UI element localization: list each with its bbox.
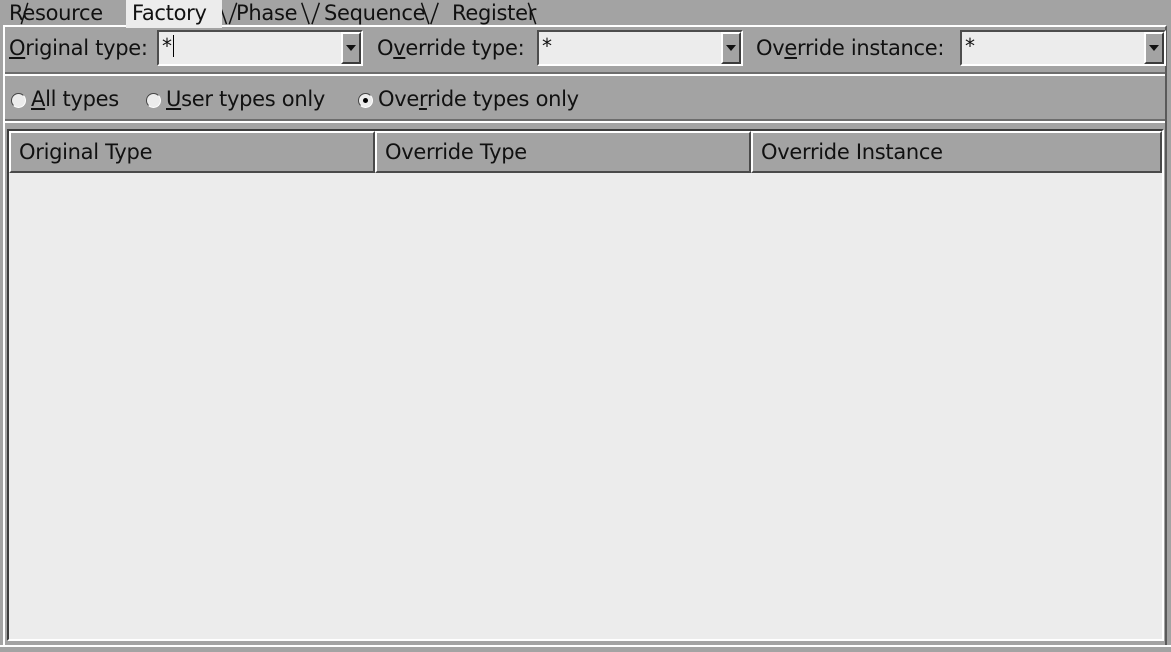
- override-instance-dropdown-button[interactable]: [1144, 32, 1164, 64]
- tab-sequence[interactable]: Sequence: [324, 0, 436, 26]
- separator: [5, 119, 1165, 123]
- radio-override-types-only-label: Override types only: [378, 87, 579, 111]
- table-body[interactable]: [9, 173, 1162, 637]
- radio-all-types-label: All types: [31, 87, 119, 111]
- bottom-edge: [0, 645, 1171, 652]
- filter-row: Original type: * Override type: * Overri…: [5, 27, 1166, 73]
- original-type-combo[interactable]: *: [157, 30, 363, 66]
- original-type-value[interactable]: *: [162, 34, 174, 58]
- override-table: Original Type Override Type Override Ins…: [7, 129, 1164, 641]
- tab-phase-label: Phase: [236, 1, 298, 25]
- original-type-dropdown-button[interactable]: [341, 32, 361, 64]
- tab-resource-label: Resource: [9, 1, 103, 25]
- tab-register-label: Register: [452, 1, 537, 25]
- tab-sequence-label: Sequence: [324, 1, 426, 25]
- override-instance-combo[interactable]: *: [960, 30, 1166, 66]
- factory-panel: Original type: * Override type: * Overri…: [3, 25, 1167, 647]
- override-instance-value[interactable]: *: [965, 34, 975, 58]
- radio-circle-icon[interactable]: [11, 93, 26, 108]
- radio-user-types-only-label: User types only: [166, 87, 325, 111]
- chevron-down-icon: [1149, 45, 1159, 51]
- tab-resource[interactable]: Resource: [9, 0, 121, 26]
- type-filter-radio-group: All types User types only Override types…: [5, 79, 1165, 121]
- column-header-original-type[interactable]: Original Type: [9, 131, 375, 173]
- column-header-override-instance[interactable]: Override Instance: [751, 131, 1162, 173]
- override-type-label: Override type:: [377, 36, 525, 60]
- tab-bar: Factory Resource Phase Sequence Register: [0, 0, 1171, 28]
- tab-phase[interactable]: Phase: [236, 0, 306, 26]
- table-header: Original Type Override Type Override Ins…: [9, 131, 1162, 173]
- override-type-value[interactable]: *: [542, 34, 552, 58]
- radio-circle-icon[interactable]: [146, 93, 161, 108]
- column-header-override-type[interactable]: Override Type: [375, 131, 751, 173]
- tab-factory[interactable]: Factory: [126, 0, 222, 28]
- chevron-down-icon: [346, 45, 356, 51]
- radio-circle-selected-icon[interactable]: [358, 93, 373, 108]
- override-instance-label: Override instance:: [756, 36, 945, 60]
- chevron-down-icon: [726, 45, 736, 51]
- separator: [5, 72, 1165, 76]
- tab-register[interactable]: Register: [452, 0, 552, 26]
- override-type-dropdown-button[interactable]: [721, 32, 741, 64]
- original-type-label: Original type:: [9, 36, 148, 60]
- tab-factory-label: Factory: [132, 1, 207, 25]
- override-type-combo[interactable]: *: [537, 30, 743, 66]
